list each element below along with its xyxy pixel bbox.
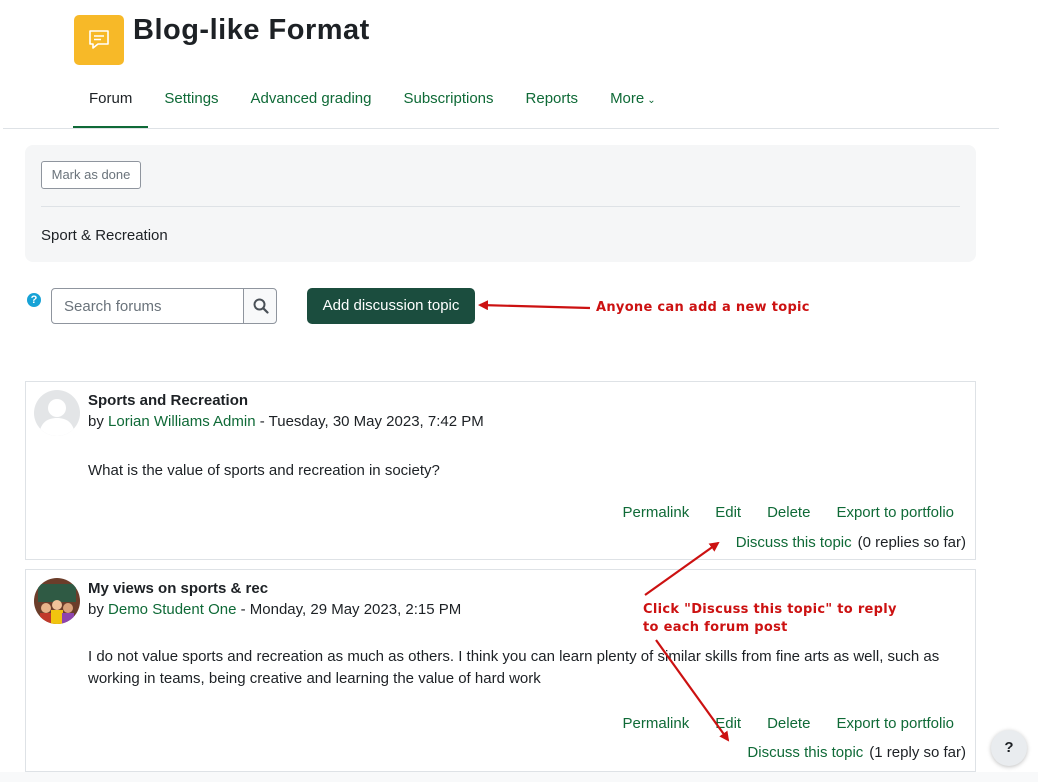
annotation-discuss-line2: to each forum post [643, 620, 788, 635]
arrow-to-discuss-2 [655, 639, 730, 742]
annotation-discuss-line1: Click "Discuss this topic" to reply [643, 602, 897, 617]
annotation-arrows [478, 300, 730, 742]
arrow-to-discuss-1 [644, 541, 720, 596]
arrow-to-add-topic [478, 300, 591, 311]
help-button[interactable]: ? [991, 730, 1027, 766]
footer-strip [0, 772, 1038, 782]
annotation-add-topic: Anyone can add a new topic [596, 300, 810, 315]
